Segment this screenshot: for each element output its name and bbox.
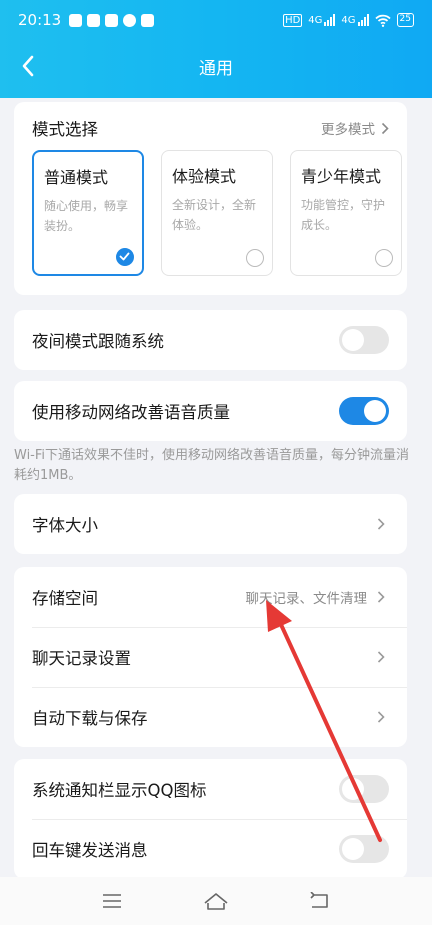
mode-option-experience[interactable]: 体验模式 全新设计，全新体验。	[161, 150, 273, 276]
mode-selection-card: 模式选择 更多模式 普通模式 随心使用，畅享装扮。 体验模式 全新设计，全新体验…	[14, 102, 407, 295]
menu-button[interactable]	[92, 881, 132, 921]
hd-badge: HD	[283, 13, 303, 27]
signal-icon-2: 4G	[341, 14, 369, 26]
chevron-right-icon	[381, 122, 389, 134]
mode-name: 普通模式	[44, 168, 109, 187]
cloud-icon	[123, 13, 137, 27]
status-notification-icons	[69, 13, 155, 27]
voice-quality-card: 使用移动网络改善语音质量	[14, 381, 407, 441]
notify-card: 系统通知栏显示QQ图标 回车键发送消息	[14, 759, 407, 879]
mode-unchecked-icon	[246, 249, 264, 267]
storage-row[interactable]: 存储空间 聊天记录、文件清理	[14, 567, 407, 627]
tiktok-icon	[69, 13, 83, 27]
voice-quality-toggle[interactable]	[339, 397, 389, 425]
mode-option-normal[interactable]: 普通模式 随心使用，畅享装扮。	[32, 150, 144, 276]
chevron-right-icon	[377, 711, 385, 723]
system-nav-bar	[0, 877, 432, 925]
mode-option-teen[interactable]: 青少年模式 功能管控，守护成长。	[290, 150, 402, 276]
font-size-label: 字体大小	[32, 516, 98, 535]
home-button[interactable]	[196, 881, 236, 921]
mode-desc: 随心使用，畅享装扮。	[44, 199, 129, 233]
enter-send-toggle[interactable]	[339, 835, 389, 863]
back-nav-button[interactable]	[300, 881, 340, 921]
mode-desc: 全新设计，全新体验。	[172, 198, 257, 232]
voice-quality-row: 使用移动网络改善语音质量	[14, 381, 407, 441]
mode-selection-header: 模式选择 更多模式	[14, 102, 407, 154]
notify-icon-toggle[interactable]	[339, 775, 389, 803]
battery-indicator: 25	[396, 13, 414, 27]
enter-send-row: 回车键发送消息	[14, 819, 407, 879]
night-mode-card: 夜间模式跟随系统	[14, 310, 407, 370]
status-bar: 20:13 HD 4G 4G 25	[0, 0, 432, 40]
night-mode-toggle[interactable]	[339, 326, 389, 354]
notify-icon-label: 系统通知栏显示QQ图标	[32, 781, 207, 800]
storage-card: 存储空间 聊天记录、文件清理 聊天记录设置 自动下载与保存	[14, 567, 407, 747]
home-icon	[204, 893, 228, 910]
app-notification-icon	[87, 13, 101, 27]
night-mode-label: 夜间模式跟随系统	[32, 332, 164, 351]
back-icon	[310, 892, 328, 908]
menu-icon	[103, 894, 121, 908]
mode-selection-title: 模式选择	[32, 120, 98, 139]
page-title: 通用	[199, 59, 233, 79]
more-modes-label: 更多模式	[321, 122, 375, 138]
app-header: 20:13 HD 4G 4G 25 通用	[0, 0, 432, 98]
mode-options: 普通模式 随心使用，畅享装扮。 体验模式 全新设计，全新体验。 青少年模式 功能…	[14, 150, 407, 282]
notify-icon-row: 系统通知栏显示QQ图标	[14, 759, 407, 819]
status-time: 20:13	[18, 11, 62, 29]
chat-settings-label: 聊天记录设置	[32, 649, 131, 668]
status-right: HD 4G 4G 25	[283, 13, 414, 27]
nav-bar: 通用	[0, 40, 432, 92]
mode-name: 体验模式	[172, 167, 237, 186]
night-mode-row: 夜间模式跟随系统	[14, 310, 407, 370]
auto-download-row[interactable]: 自动下载与保存	[14, 687, 407, 747]
signal-icon-1: 4G	[308, 14, 336, 26]
storage-value: 聊天记录、文件清理	[245, 591, 368, 607]
mode-name: 青少年模式	[301, 167, 382, 186]
message-icon	[141, 13, 155, 27]
more-modes-link[interactable]: 更多模式	[321, 118, 389, 138]
video-icon	[105, 13, 119, 27]
enter-send-label: 回车键发送消息	[32, 841, 148, 860]
mode-checked-icon	[116, 248, 134, 266]
chevron-right-icon	[377, 518, 385, 530]
font-size-row[interactable]: 字体大小	[14, 494, 407, 554]
auto-download-label: 自动下载与保存	[32, 709, 148, 728]
font-size-card: 字体大小	[14, 494, 407, 554]
voice-quality-label: 使用移动网络改善语音质量	[32, 403, 230, 422]
wifi-icon	[374, 14, 391, 27]
chevron-right-icon	[377, 591, 385, 603]
chat-settings-row[interactable]: 聊天记录设置	[14, 627, 407, 687]
mode-unchecked-icon	[375, 249, 393, 267]
storage-label: 存储空间	[32, 589, 98, 608]
mode-desc: 功能管控，守护成长。	[301, 198, 386, 232]
chevron-right-icon	[377, 651, 385, 663]
voice-quality-hint: Wi-Fi下通话效果不佳时，使用移动网络改善语音质量，每分钟流量消耗约1MB。	[14, 448, 410, 483]
